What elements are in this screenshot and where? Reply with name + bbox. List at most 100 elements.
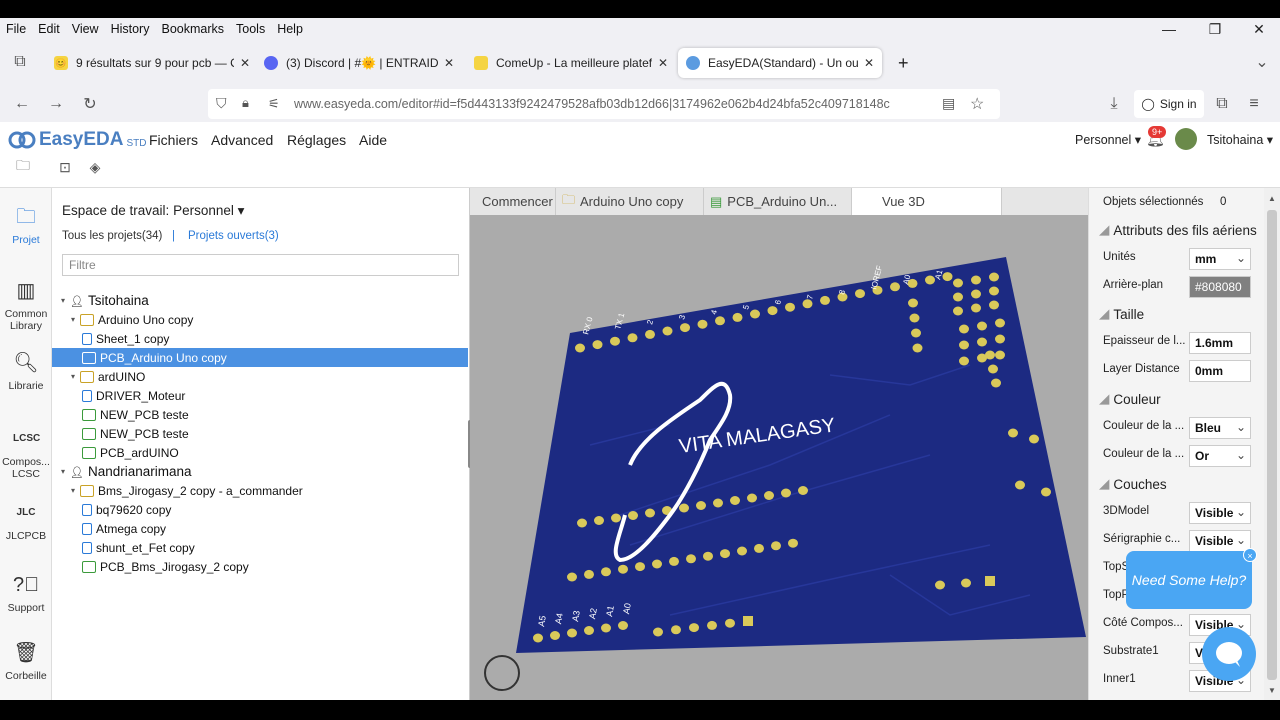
layerdist-input[interactable]: 0mm: [1189, 360, 1251, 382]
tree-item-sch[interactable]: bq79620 copy: [52, 500, 468, 519]
open-projects-link[interactable]: Projets ouverts(3): [188, 230, 279, 242]
tree-item-folder[interactable]: ▾ Arduino Uno copy: [52, 310, 468, 329]
pcb-icon: [82, 560, 96, 573]
browser-tab-3[interactable]: ComeUp - La meilleure plateform✕: [466, 48, 676, 78]
section-couches[interactable]: ◢ Couches: [1089, 473, 1265, 495]
menu-tools[interactable]: Tools: [230, 22, 271, 36]
expand-toggle-icon[interactable]: ▾: [68, 486, 78, 495]
username[interactable]: Tsitohaina ▾: [1207, 132, 1273, 147]
image-icon[interactable]: ⊡: [56, 158, 74, 176]
close-help-icon[interactable]: ×: [1243, 548, 1257, 562]
menu-edit[interactable]: Edit: [32, 22, 66, 36]
download-icon[interactable]: ⤓: [1102, 92, 1126, 116]
tree-item-user[interactable]: ▾ 👤︎ Nandrianarimana: [52, 462, 468, 481]
help-chat-popup[interactable]: Need Some Help?: [1126, 551, 1252, 609]
menu-view[interactable]: View: [66, 22, 105, 36]
sign-in-button[interactable]: ◯ Sign in: [1134, 90, 1204, 118]
menu-fichiers[interactable]: Fichiers: [149, 132, 198, 148]
chat-button[interactable]: [1202, 627, 1256, 681]
units-select[interactable]: mm ⌄: [1189, 248, 1251, 270]
tree-item-label: Tsitohaina: [88, 293, 149, 308]
browser-tab-1[interactable]: 😊 9 résultats sur 9 pour pcb — Co ✕: [46, 48, 258, 78]
tree-item-pcb[interactable]: PCB_Arduino Uno copy: [52, 348, 468, 367]
browser-tab-4-active[interactable]: EasyEDA(Standard) - Un outil de✕: [678, 48, 882, 78]
tree-item-sch[interactable]: Atmega copy: [52, 519, 468, 538]
avatar[interactable]: [1175, 128, 1197, 150]
doc-tab-vue3d[interactable]: Vue 3D: [852, 188, 1002, 215]
bookmark-star-icon[interactable]: ☆: [970, 94, 984, 114]
menu-file[interactable]: File: [0, 22, 32, 36]
expand-toggle-icon[interactable]: ▾: [68, 372, 78, 381]
sidebar-item-common-library[interactable]: ▥ Common Library: [0, 278, 52, 332]
section-couleur[interactable]: ◢ Couleur: [1089, 388, 1265, 410]
section-taille[interactable]: ◢ Taille: [1089, 303, 1265, 325]
tree-item-sch[interactable]: Sheet_1 copy: [52, 329, 468, 348]
tree-item-sch[interactable]: shunt_et_Fet copy: [52, 538, 468, 557]
menu-advanced[interactable]: Advanced: [211, 132, 273, 148]
tab-list-icon[interactable]: ⧉: [8, 50, 32, 74]
menu-aide[interactable]: Aide: [359, 132, 387, 148]
menu-bookmarks[interactable]: Bookmarks: [155, 22, 230, 36]
back-icon[interactable]: ←: [10, 92, 34, 116]
menu-help[interactable]: Help: [271, 22, 309, 36]
account-dropdown[interactable]: Personnel ▾: [1075, 132, 1141, 147]
sidebar-item-corbeille[interactable]: 🗑︎ Corbeille: [0, 640, 52, 682]
sidebar-item-lcsc[interactable]: LCSC Compos... LCSC: [0, 426, 52, 480]
all-projects-link[interactable]: Tous les projets(34): [62, 230, 162, 242]
folder-icon[interactable]: 🗀: [14, 157, 32, 176]
layer-visibility-select[interactable]: Visible ⌄: [1189, 502, 1251, 524]
board-color-select[interactable]: Bleu ⌄: [1189, 417, 1251, 439]
address-bar[interactable]: ⛉ 🔒︎ ⚟ www.easyeda.com/editor#id=f5d4431…: [208, 89, 1000, 119]
pad-color-select[interactable]: Or ⌄: [1189, 445, 1251, 467]
board-3d-view[interactable]: RX 0 TX 1 2345678IOREF A0 A1 A5 A4 A3 A2 A1 A0 VI…: [470, 215, 1088, 700]
close-window-icon[interactable]: ✕: [1236, 18, 1280, 40]
menu-history[interactable]: History: [105, 22, 156, 36]
thickness-input[interactable]: 1.6mm: [1189, 332, 1251, 354]
workspace-selector[interactable]: Espace de travail: Personnel ▾: [62, 203, 244, 219]
reader-view-icon[interactable]: ▤: [942, 95, 955, 112]
menu-icon[interactable]: ≡: [1242, 92, 1266, 116]
doc-tab-pcb[interactable]: ▤ PCB_Arduino Un...: [704, 188, 852, 215]
tree-item-folder[interactable]: ▾ Bms_Jirogasy_2 copy - a_commander: [52, 481, 468, 500]
chevron-down-icon[interactable]: ⌄: [1250, 50, 1274, 74]
layers-icon[interactable]: ◈: [86, 158, 104, 176]
menu-reglages[interactable]: Réglages: [287, 132, 346, 148]
tree-item-folder[interactable]: ▾ ardUINO: [52, 367, 468, 386]
sidebar-item-support[interactable]: ?⃝ Support: [0, 572, 52, 614]
close-tab-icon[interactable]: ✕: [658, 56, 668, 70]
doc-tab-commencer[interactable]: Commencer: [470, 188, 556, 215]
sidebar-item-jlcpcb[interactable]: JLC JLCPCB: [0, 500, 52, 542]
layer-visibility-select[interactable]: Visible ⌄: [1189, 530, 1251, 552]
filter-input[interactable]: Filtre: [62, 254, 459, 276]
browser-navbar: ← → ↻ ⛉ 🔒︎ ⚟ www.easyeda.com/editor#id=f…: [0, 86, 1280, 122]
rotate-view-icon[interactable]: [484, 655, 520, 691]
tree-item-pcb[interactable]: NEW_PCB teste: [52, 424, 468, 443]
minimize-icon[interactable]: —: [1146, 18, 1192, 40]
tree-item-sch[interactable]: DRIVER_Moteur: [52, 386, 468, 405]
reload-icon[interactable]: ↻: [78, 92, 102, 116]
bg-color-input[interactable]: #808080: [1189, 276, 1251, 298]
forward-icon[interactable]: →: [44, 92, 68, 116]
tree-item-pcb[interactable]: NEW_PCB teste: [52, 405, 468, 424]
section-fils[interactable]: ◢ Attributs des fils aériens: [1089, 219, 1265, 241]
doc-tab-arduino[interactable]: 🗀 Arduino Uno copy: [556, 188, 704, 215]
browser-tab-2[interactable]: (3) Discord | #🌞 | ENTRAIDE | Co✕: [256, 48, 462, 78]
pad: [669, 556, 679, 566]
pad: [953, 278, 963, 288]
scrollbar[interactable]: ▲ ▼: [1264, 188, 1280, 700]
restore-icon[interactable]: ❐: [1192, 18, 1238, 40]
tree-item-user[interactable]: ▾ 👤︎ Tsitohaina: [52, 291, 468, 310]
sidebar-item-librarie[interactable]: 🔍︎ Librarie: [0, 350, 52, 392]
expand-toggle-icon[interactable]: ▾: [58, 296, 68, 305]
tree-item-pcb[interactable]: PCB_Bms_Jirogasy_2 copy: [52, 557, 468, 576]
tree-item-pcb[interactable]: PCB_ardUINO: [52, 443, 468, 462]
expand-toggle-icon[interactable]: ▾: [68, 315, 78, 324]
schematic-icon: [82, 503, 92, 516]
close-tab-icon[interactable]: ✕: [444, 56, 454, 70]
close-tab-icon[interactable]: ✕: [240, 56, 250, 70]
sidebar-item-projet[interactable]: 🗀 Projet: [0, 204, 52, 246]
expand-toggle-icon[interactable]: ▾: [58, 467, 68, 476]
close-tab-icon[interactable]: ✕: [864, 56, 874, 70]
extensions-icon[interactable]: ⧉: [1210, 92, 1234, 116]
new-tab-icon[interactable]: +: [890, 48, 920, 78]
